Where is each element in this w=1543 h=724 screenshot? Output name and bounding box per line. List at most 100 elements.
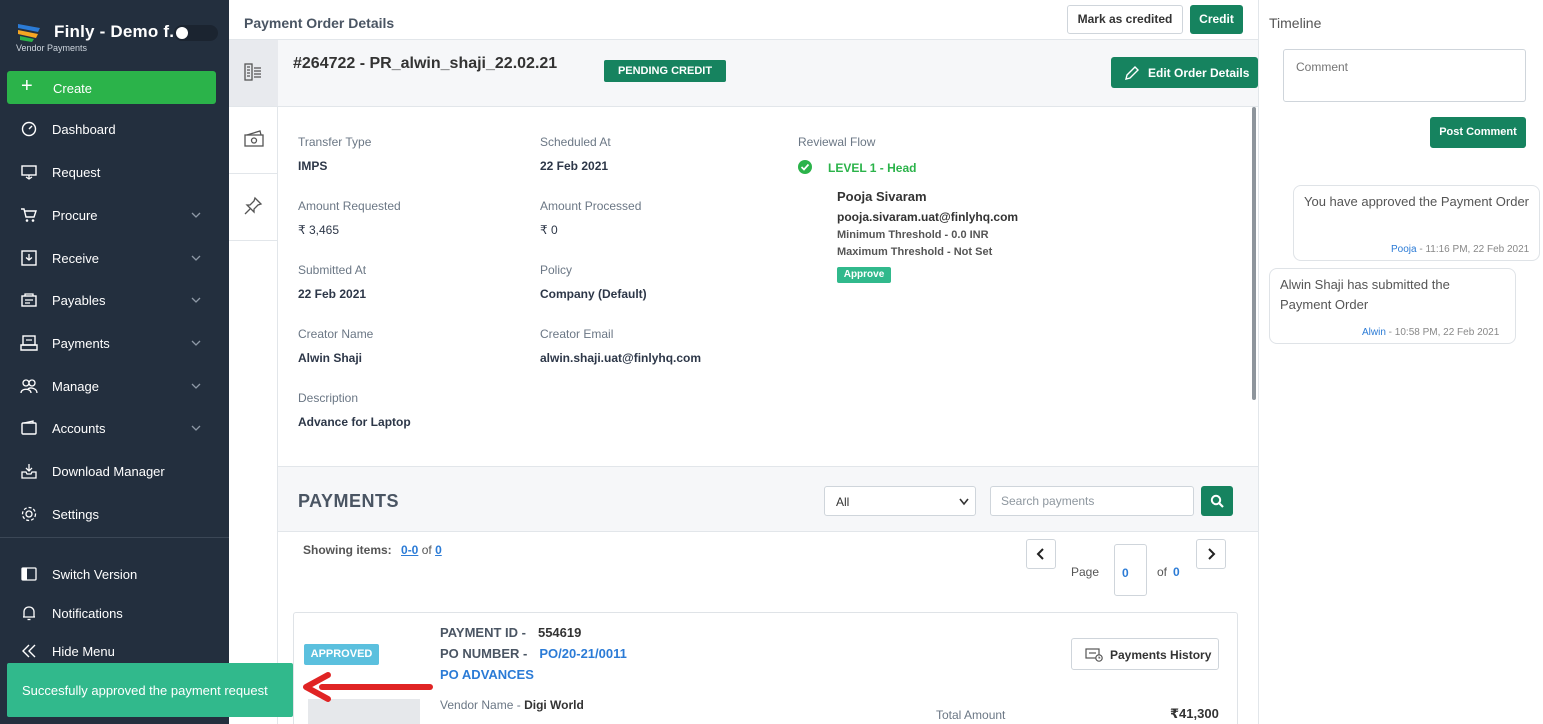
sidebar-item-label: Switch Version [52, 567, 138, 582]
sidebar-item-label: Hide Menu [52, 644, 115, 659]
description-value: Advance for Laptop [298, 415, 411, 429]
vendor-value: Digi World [524, 698, 584, 712]
next-page-button[interactable] [1196, 539, 1226, 569]
sidebar-item-label: Notifications [52, 606, 123, 621]
timeline-panel: Timeline Post Comment You have approved … [1258, 0, 1543, 724]
payments-title: PAYMENTS [298, 491, 400, 511]
page-number-input[interactable]: 0 [1114, 544, 1147, 596]
edit-order-details-button[interactable]: Edit Order Details [1111, 57, 1258, 88]
chevron-down-icon [959, 498, 969, 506]
brand-title: Finly - Demo f... [54, 22, 184, 41]
creator-name-value: Alwin Shaji [298, 351, 363, 365]
page-value: 0 [1122, 566, 1129, 580]
comment-input[interactable] [1283, 49, 1526, 102]
timeline-message: Alwin Shaji has submitted the Payment Or… [1280, 277, 1450, 312]
reviewal-flow-label: Reviewal Flow [798, 135, 876, 149]
sidebar-item-accounts[interactable]: Accounts [0, 410, 229, 446]
toggle-knob [176, 27, 188, 39]
page-label: Page [1071, 565, 1100, 579]
create-button[interactable]: + Create [7, 71, 216, 104]
timeline-time: - 11:16 PM, 22 Feb 2021 [1416, 244, 1530, 255]
timeline-meta: Alwin - 10:58 PM, 22 Feb 2021 [1362, 323, 1499, 343]
brand[interactable]: Finly - Demo f... Vendor Payments [16, 18, 218, 58]
creator-name-label: Creator Name [298, 327, 374, 341]
order-title: #264722 - PR_alwin_shaji_22.02.21 [293, 55, 558, 72]
sidebar-item-settings[interactable]: Settings [0, 496, 229, 532]
workspace-toggle[interactable] [174, 25, 218, 41]
po-number-link[interactable]: PO/20-21/0011 [539, 646, 626, 661]
payments-history-label: Payments History [1110, 648, 1212, 662]
min-threshold: Minimum Threshold - 0.0 INR [837, 229, 989, 241]
sidebar-item-payments[interactable]: Payments [0, 325, 229, 361]
payments-history-button[interactable]: Payments History [1071, 638, 1219, 670]
amount-processed-value: ₹ 0 [540, 223, 558, 237]
success-toast[interactable]: Succesfully approved the payment request [7, 663, 293, 717]
po-number-label: PO NUMBER - [440, 646, 528, 661]
timeline-meta: Pooja - 11:16 PM, 22 Feb 2021 [1391, 240, 1529, 260]
sidebar-item-payables[interactable]: Payables [0, 282, 229, 318]
showing-range[interactable]: 0-0 [401, 543, 418, 557]
timeline-author: Alwin [1362, 327, 1386, 338]
search-button[interactable] [1201, 486, 1233, 516]
sidebar-item-manage[interactable]: Manage [0, 368, 229, 404]
amount-requested-value: ₹ 3,465 [298, 223, 339, 237]
payment-card[interactable]: APPROVED PAYMENT ID -554619 PO NUMBER -P… [293, 612, 1238, 724]
amount-requested-label: Amount Requested [298, 199, 401, 213]
showing-of: of [421, 543, 432, 557]
building-icon [244, 63, 261, 81]
tab-payments[interactable] [229, 107, 278, 174]
sidebar-item-procure[interactable]: Procure [0, 197, 229, 233]
max-threshold: Maximum Threshold - Not Set [837, 246, 993, 258]
sidebar-item-receive[interactable]: Receive [0, 240, 229, 276]
cash-icon [244, 130, 264, 147]
showing-total[interactable]: 0 [435, 543, 442, 557]
timeline-time: - 10:58 PM, 22 Feb 2021 [1385, 327, 1500, 338]
sidebar-item-label: Dashboard [52, 122, 116, 137]
order-details-panel: #264722 - PR_alwin_shaji_22.02.21 PENDIN… [278, 40, 1258, 724]
tab-details[interactable] [229, 40, 278, 107]
prev-page-button[interactable] [1026, 539, 1056, 569]
description-label: Description [298, 391, 359, 405]
reviewer-email: pooja.sivaram.uat@finlyhq.com [837, 210, 1019, 224]
approve-badge: Approve [837, 267, 891, 283]
credit-button[interactable]: Credit [1190, 5, 1243, 34]
request-icon [21, 165, 37, 180]
page-title: Payment Order Details [244, 15, 395, 31]
post-comment-button[interactable]: Post Comment [1430, 117, 1526, 148]
creator-email-label: Creator Email [540, 327, 614, 341]
annotation-arrow-icon [303, 672, 433, 702]
sidebar-divider [0, 537, 229, 538]
chevron-right-icon [1208, 548, 1216, 560]
timeline-entry: You have approved the Payment Order Pooj… [1293, 185, 1540, 261]
tab-pinned[interactable] [229, 174, 278, 241]
mark-as-credited-button[interactable]: Mark as credited [1067, 5, 1183, 34]
chevron-down-icon [191, 425, 201, 431]
sidebar-item-download-manager[interactable]: Download Manager [0, 453, 229, 489]
payment-id-row: PAYMENT ID - 554619 [440, 625, 581, 640]
sidebar-item-request[interactable]: Request [0, 154, 229, 190]
chevron-down-icon [191, 340, 201, 346]
po-number-row: PO NUMBER - PO/20-21/0011 [440, 646, 627, 661]
sidebar: Finly - Demo f... Vendor Payments + Crea… [0, 0, 229, 724]
search-payments-input[interactable] [990, 486, 1194, 516]
wallet-icon [21, 420, 37, 435]
submitted-at-value: 22 Feb 2021 [298, 287, 367, 301]
showing-label: Showing items: [303, 543, 392, 557]
scrollbar[interactable] [1252, 107, 1256, 400]
sidebar-item-notifications[interactable]: Notifications [0, 595, 229, 631]
sidebar-item-switch-version[interactable]: Switch Version [0, 556, 229, 592]
check-circle-icon [798, 160, 812, 174]
receive-icon [21, 250, 37, 266]
pin-icon [244, 196, 263, 215]
sidebar-item-dashboard[interactable]: Dashboard [0, 111, 229, 147]
timeline-message: You have approved the Payment Order [1304, 194, 1529, 209]
chevron-down-icon [191, 297, 201, 303]
reviewer-name: Pooja Sivaram [837, 189, 927, 204]
chevron-down-icon [191, 255, 201, 261]
chevron-down-icon [191, 212, 201, 218]
page-of-label: of 0 [1157, 565, 1180, 579]
timeline-entry: Alwin Shaji has submitted the Payment Or… [1269, 268, 1516, 344]
timeline-author: Pooja [1391, 244, 1417, 255]
search-icon [1210, 494, 1224, 508]
payment-filter-select[interactable]: All [824, 486, 976, 516]
